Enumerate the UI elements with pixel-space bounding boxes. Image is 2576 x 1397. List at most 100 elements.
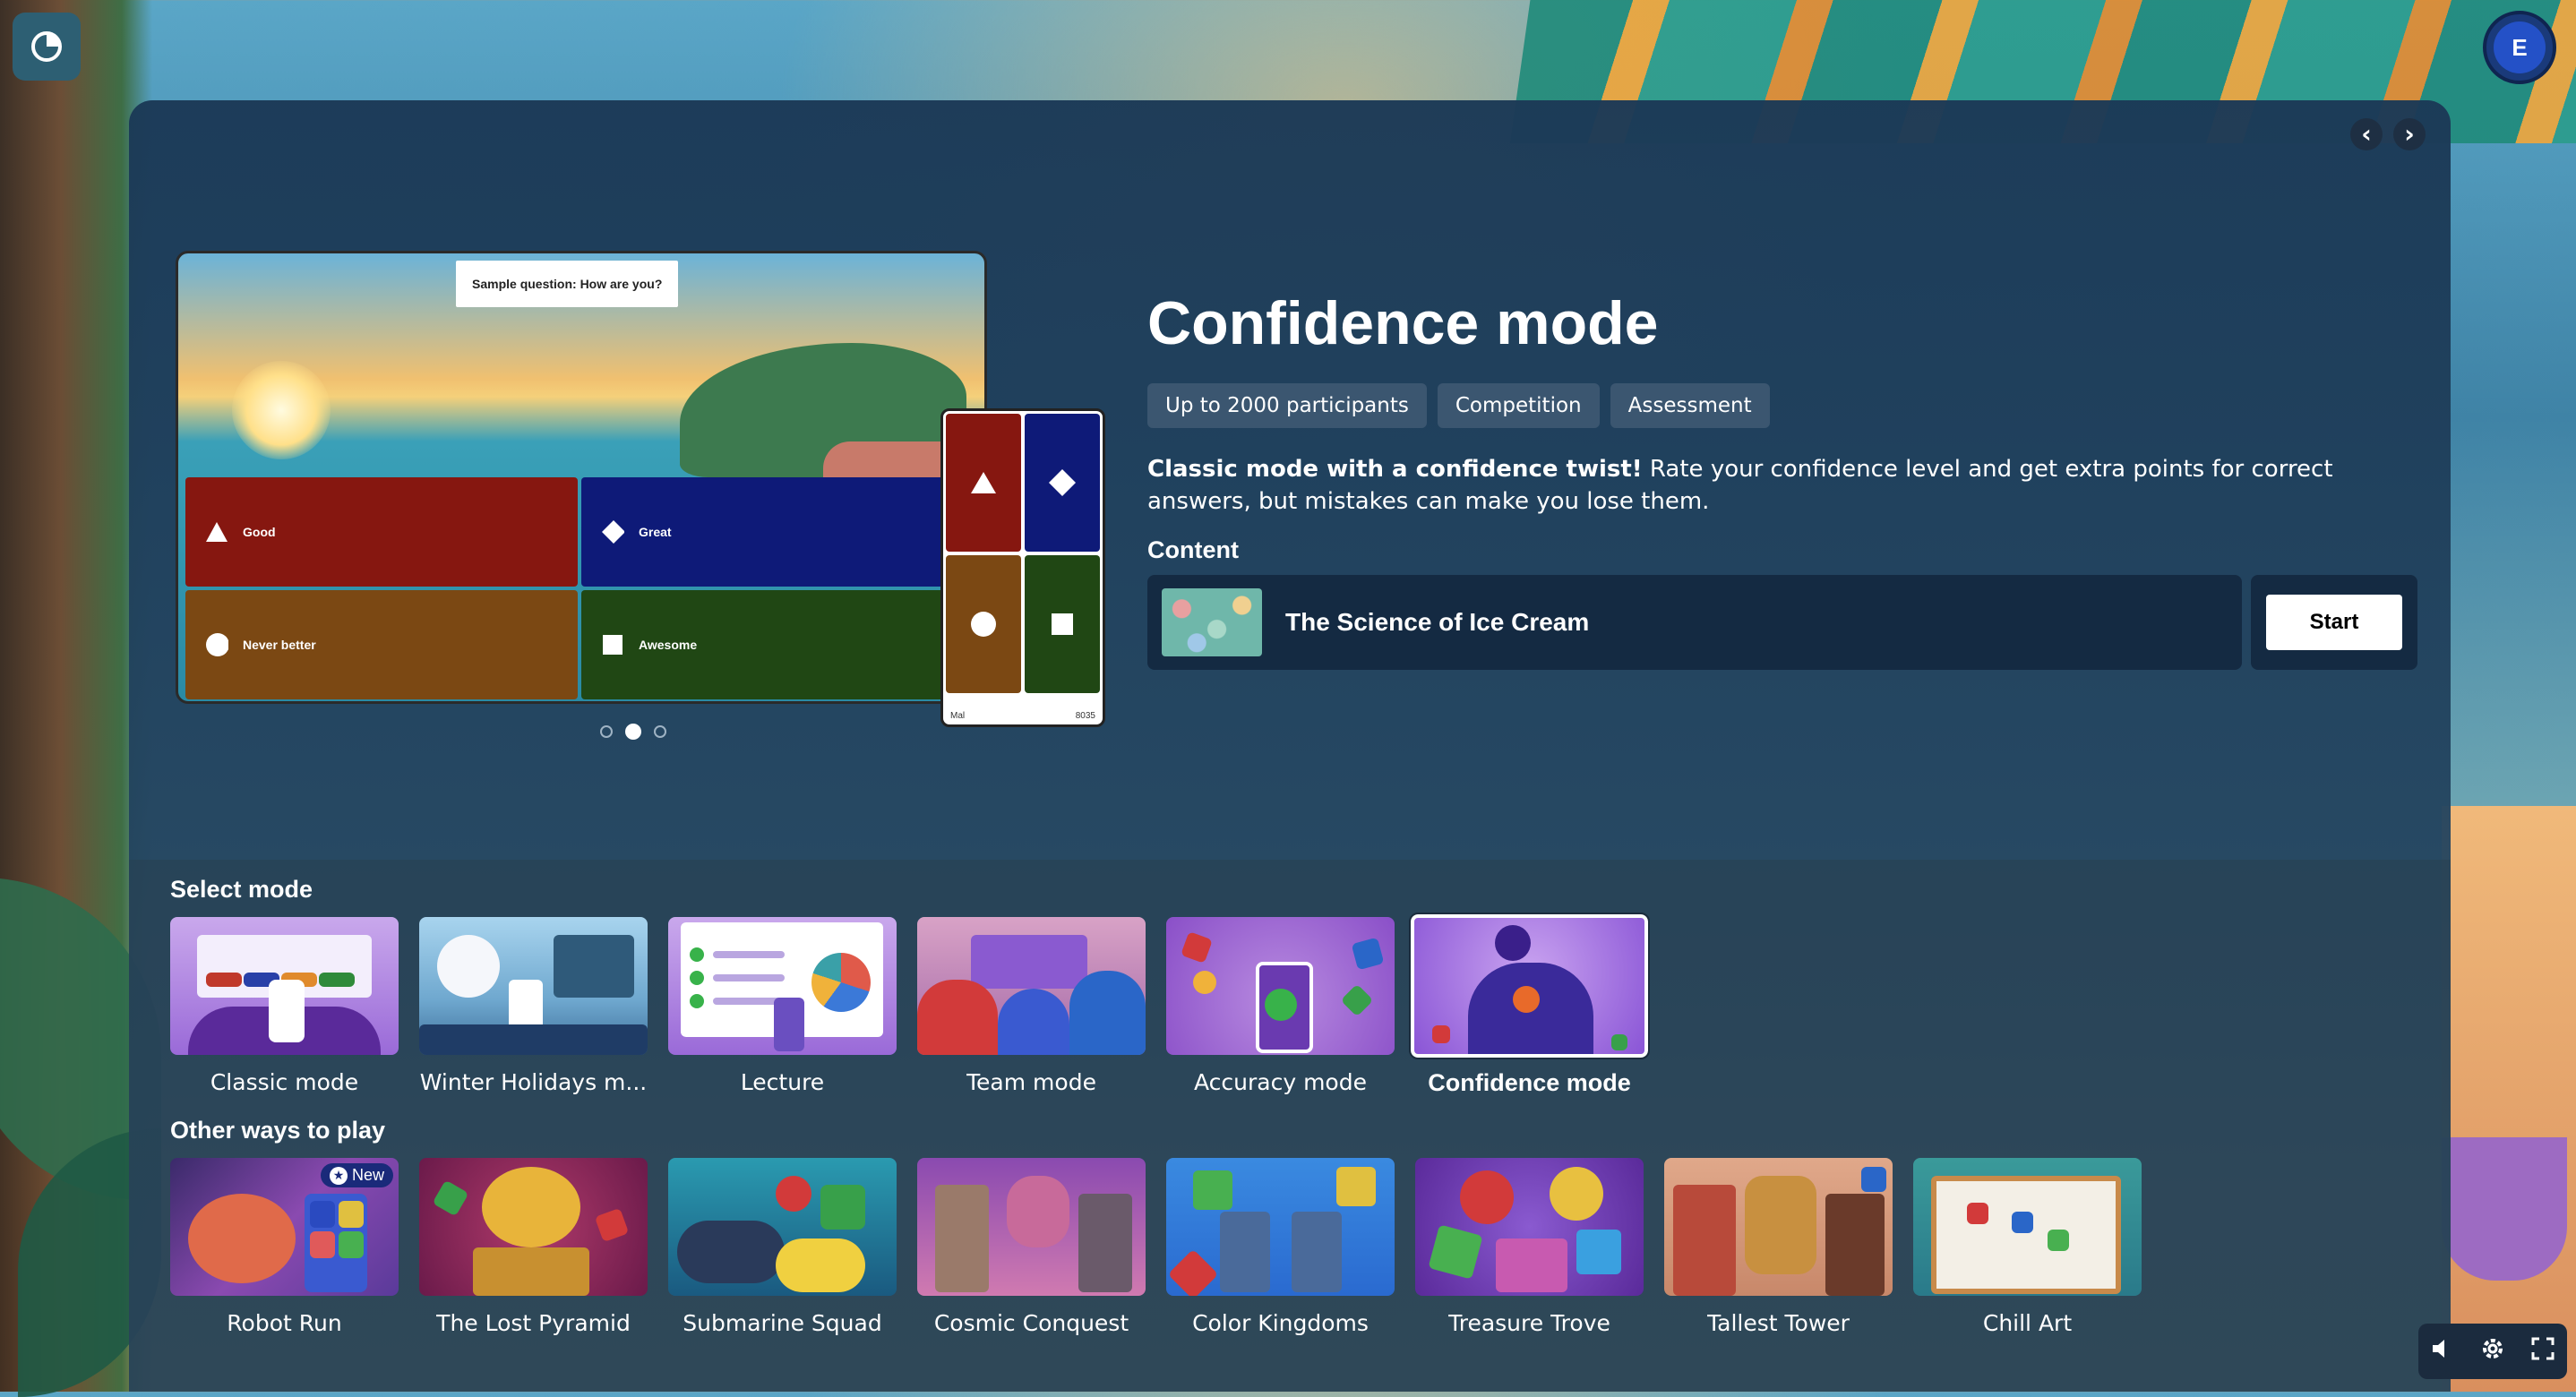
- mode-description: Classic mode with a confidence twist! Ra…: [1147, 453, 2401, 518]
- game-label: Submarine Squad: [683, 1310, 882, 1336]
- chevron-right-icon[interactable]: ›: [2393, 118, 2426, 150]
- select-mode-label: Select mode: [170, 876, 313, 903]
- preview-answer-good: Good: [185, 477, 578, 587]
- game-tile-submarine-squad[interactable]: Submarine Squad: [668, 1158, 897, 1336]
- phone-player-score: 8035: [1075, 711, 1095, 721]
- description-highlight: Classic mode with a confidence twist!: [1147, 456, 1643, 483]
- carousel-dot[interactable]: [600, 725, 613, 738]
- robot-run-thumbnail: ★ New: [170, 1158, 399, 1296]
- tag-competition: Competition: [1437, 383, 1600, 428]
- chevron-left-icon[interactable]: ‹: [2350, 118, 2383, 150]
- background-bucket: [2442, 1137, 2567, 1281]
- media-controls: [2418, 1324, 2567, 1379]
- mode-label: Lecture: [740, 1069, 825, 1095]
- classic-mode-thumbnail: [170, 917, 399, 1055]
- game-list: ★ New Robot Run The Lost Pyramid Submarin…: [170, 1158, 2142, 1336]
- triangle-icon: [946, 414, 1021, 552]
- game-tile-treasure-trove[interactable]: Treasure Trove: [1415, 1158, 1644, 1336]
- avatar-initial: E: [2512, 33, 2528, 61]
- team-mode-thumbnail: [917, 917, 1146, 1055]
- mode-label: Accuracy mode: [1194, 1069, 1367, 1095]
- tag-assessment: Assessment: [1610, 383, 1770, 428]
- mode-tile-confidence[interactable]: Confidence mode: [1409, 913, 1650, 1097]
- circle-icon: [205, 633, 228, 656]
- lecture-thumbnail: [668, 917, 897, 1055]
- submarine-squad-thumbnail: [668, 1158, 897, 1296]
- tallest-tower-thumbnail: [1664, 1158, 1893, 1296]
- game-tile-chill-art[interactable]: Chill Art: [1913, 1158, 2142, 1336]
- game-tile-tallest-tower[interactable]: Tallest Tower: [1664, 1158, 1893, 1336]
- carousel-dot[interactable]: [654, 725, 666, 738]
- mode-preview-image: Sample question: How are you? Good Great…: [176, 251, 987, 704]
- cosmic-conquest-thumbnail: [917, 1158, 1146, 1296]
- mode-title: Confidence mode: [1147, 289, 1659, 357]
- square-icon: [601, 633, 624, 656]
- diamond-icon: [601, 520, 624, 544]
- preview-question: Sample question: How are you?: [456, 261, 679, 307]
- answer-label: Awesome: [639, 638, 698, 652]
- mode-label: Confidence mode: [1428, 1069, 1631, 1096]
- preview-phone: Mal 8035: [940, 408, 1105, 727]
- content-thumbnail: [1162, 588, 1262, 656]
- background-sand: [2442, 806, 2576, 1392]
- mode-tile-lecture[interactable]: Lecture: [668, 917, 897, 1097]
- mode-list: Classic mode Winter Holidays m... Lectur…: [170, 913, 1650, 1097]
- preview-answer-never-better: Never better: [185, 590, 578, 699]
- content-card[interactable]: The Science of Ice Cream: [1147, 575, 2242, 670]
- new-badge: ★ New: [320, 1163, 393, 1187]
- game-label: Tallest Tower: [1707, 1310, 1850, 1336]
- mode-tile-winter-holidays[interactable]: Winter Holidays m...: [419, 917, 648, 1097]
- confidence-mode-thumbnail: [1409, 913, 1650, 1059]
- accuracy-mode-thumbnail: [1166, 917, 1395, 1055]
- preview-carousel-dots: [600, 724, 666, 740]
- mode-label: Team mode: [966, 1069, 1096, 1095]
- color-kingdoms-thumbnail: [1166, 1158, 1395, 1296]
- mode-tile-team[interactable]: Team mode: [917, 917, 1146, 1097]
- phone-player-name: Mal: [950, 711, 966, 721]
- user-avatar[interactable]: E: [2483, 11, 2556, 84]
- answer-label: Great: [639, 525, 672, 539]
- other-ways-label: Other ways to play: [170, 1117, 386, 1144]
- preview-sun: [232, 361, 331, 459]
- preview-answer-great: Great: [581, 477, 974, 587]
- game-label: Chill Art: [1982, 1310, 2073, 1336]
- circle-icon: [946, 555, 1021, 693]
- preview-answer-awesome: Awesome: [581, 590, 974, 699]
- game-mode-panel: ‹ › Sample question: How are you? Good G…: [129, 100, 2451, 1392]
- treasure-trove-thumbnail: [1415, 1158, 1644, 1296]
- answer-label: Never better: [243, 638, 316, 652]
- game-tile-robot-run[interactable]: ★ New Robot Run: [170, 1158, 399, 1336]
- new-badge-label: New: [351, 1166, 384, 1184]
- volume-icon[interactable]: [2430, 1336, 2455, 1367]
- panel-navigation: ‹ ›: [2350, 118, 2426, 150]
- chill-art-thumbnail: [1913, 1158, 2142, 1296]
- game-label: Color Kingdoms: [1192, 1310, 1369, 1336]
- mode-tile-classic[interactable]: Classic mode: [170, 917, 399, 1097]
- game-tile-color-kingdoms[interactable]: Color Kingdoms: [1166, 1158, 1395, 1336]
- triangle-icon: [205, 520, 228, 544]
- content-label: Content: [1147, 536, 1239, 563]
- mode-tile-accuracy[interactable]: Accuracy mode: [1166, 917, 1395, 1097]
- game-label: Treasure Trove: [1448, 1310, 1610, 1336]
- mode-label: Winter Holidays m...: [419, 1069, 648, 1095]
- diamond-icon: [1025, 414, 1100, 552]
- start-button[interactable]: Start: [2266, 595, 2402, 650]
- gear-icon[interactable]: [2479, 1335, 2506, 1368]
- game-label: Cosmic Conquest: [933, 1310, 1129, 1336]
- mode-label: Classic mode: [210, 1069, 359, 1095]
- game-label: Robot Run: [227, 1310, 342, 1336]
- carousel-dot-active[interactable]: [625, 724, 641, 740]
- kahoot-home-button[interactable]: [13, 13, 81, 81]
- start-button-container: Start: [2251, 575, 2417, 670]
- game-tile-lost-pyramid[interactable]: The Lost Pyramid: [419, 1158, 648, 1336]
- mode-tags: Up to 2000 participants Competition Asse…: [1147, 383, 1770, 428]
- square-icon: [1025, 555, 1100, 693]
- answer-label: Good: [243, 525, 276, 539]
- lost-pyramid-thumbnail: [419, 1158, 648, 1296]
- content-title: The Science of Ice Cream: [1285, 608, 1590, 636]
- phone-footer: Mal 8035: [950, 711, 1095, 721]
- game-tile-cosmic-conquest[interactable]: Cosmic Conquest: [917, 1158, 1146, 1336]
- fullscreen-icon[interactable]: [2530, 1336, 2555, 1367]
- game-label: The Lost Pyramid: [436, 1310, 631, 1336]
- winter-holidays-thumbnail: [419, 917, 648, 1055]
